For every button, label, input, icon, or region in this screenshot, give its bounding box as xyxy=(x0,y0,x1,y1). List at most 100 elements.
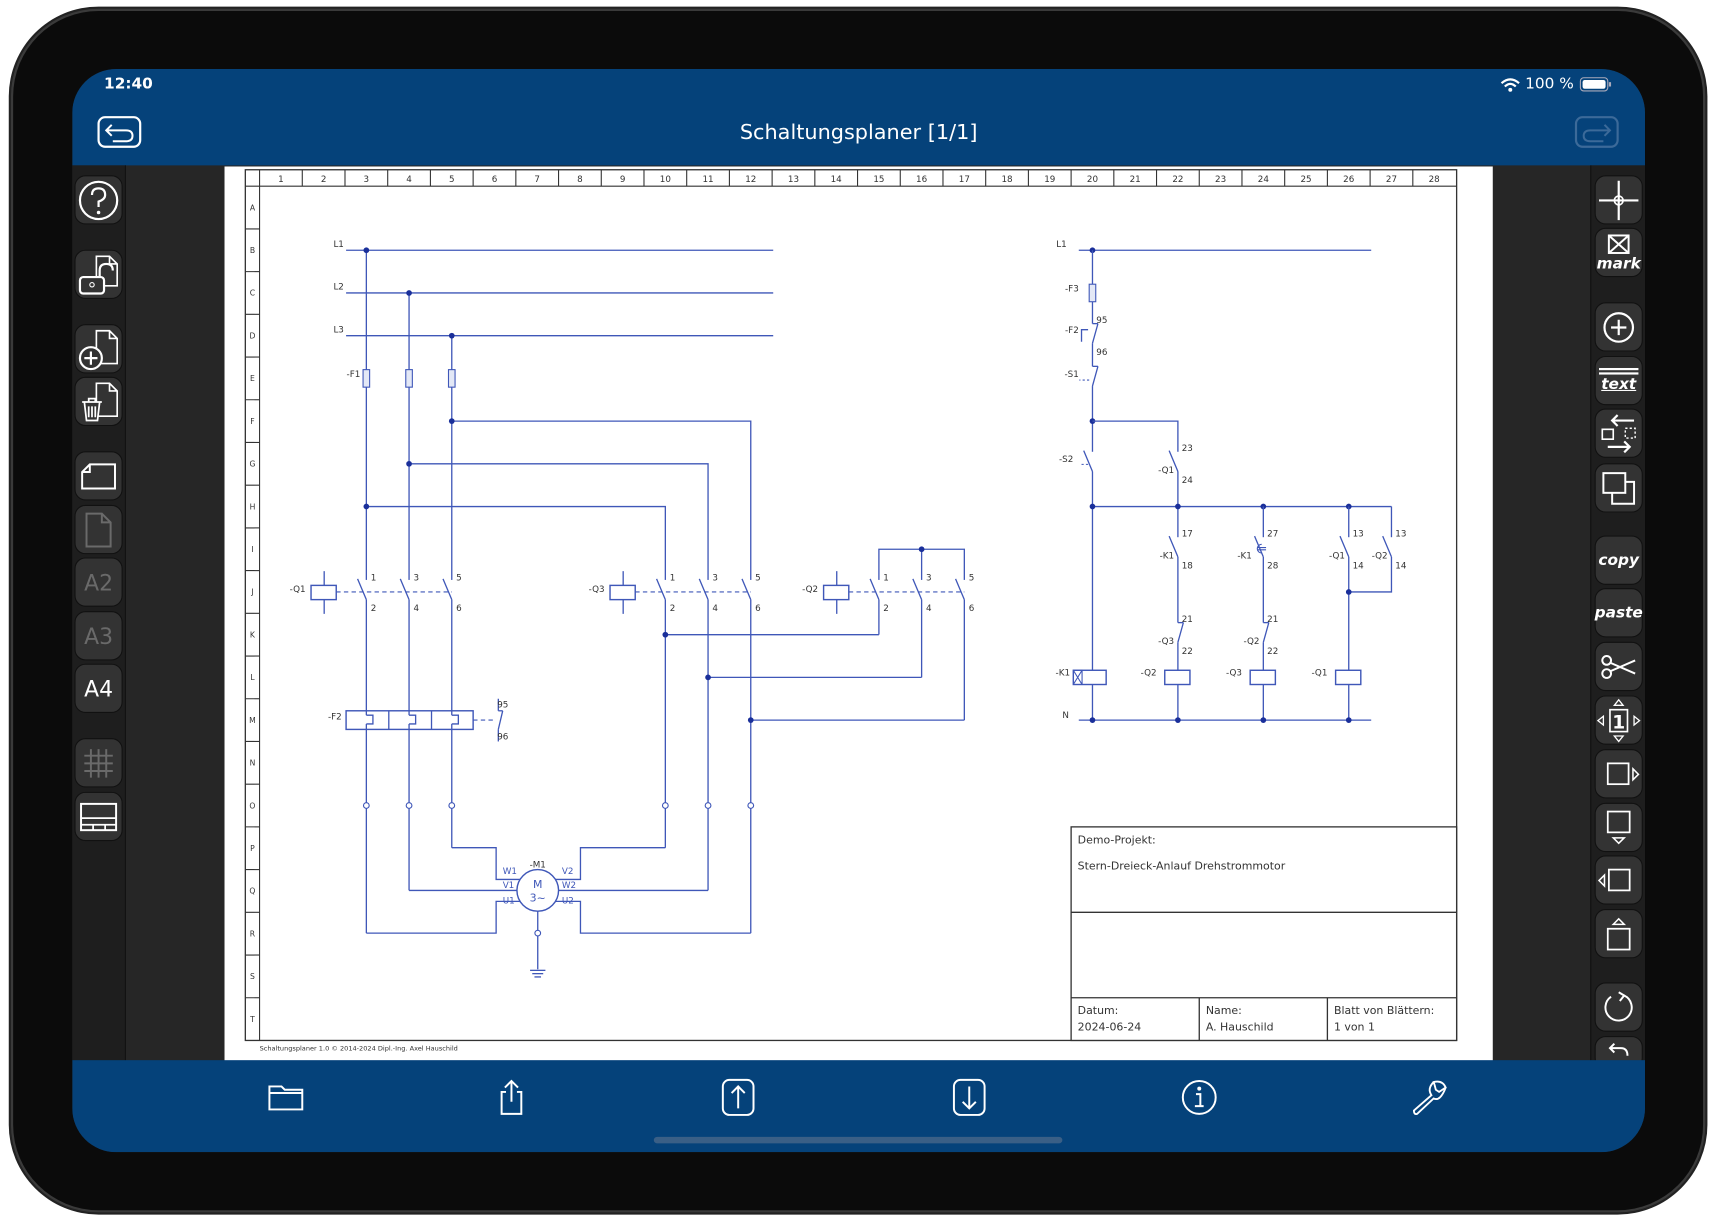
rotate-button[interactable] xyxy=(1594,982,1643,1032)
crosshair-button[interactable] xyxy=(1594,175,1643,225)
row-header: A xyxy=(250,203,256,212)
name-value: A. Hauschild xyxy=(1206,1021,1274,1034)
contactor-coil xyxy=(609,584,636,601)
extend-right-button[interactable] xyxy=(1594,749,1643,799)
drawing-sheet[interactable]: 1 2 3 4 5 6 7 8 9 10 11 12 13 14 15 16 17 18 19 20 21 22 23 24 2… xyxy=(224,166,1493,1062)
add-document-icon xyxy=(78,329,119,370)
column-header: 5 xyxy=(449,175,455,185)
wifi-icon xyxy=(1500,77,1520,92)
paste-label: paste xyxy=(1594,604,1643,622)
battery-icon xyxy=(1579,77,1612,92)
share-icon[interactable] xyxy=(492,1078,531,1117)
column-header: 2 xyxy=(321,175,327,185)
folder-icon[interactable] xyxy=(266,1078,305,1117)
contactor-coil xyxy=(822,584,850,601)
extend-down-button[interactable] xyxy=(1594,802,1643,853)
junction-dot xyxy=(1345,717,1352,723)
terminal xyxy=(362,802,370,809)
junction-dot xyxy=(1345,589,1352,595)
pin-label: 4 xyxy=(413,604,419,614)
cut-button[interactable] xyxy=(1594,641,1643,692)
pin-label: 6 xyxy=(456,604,462,614)
copy-button[interactable]: copy xyxy=(1594,535,1643,585)
contact-label: -Q3 xyxy=(1158,637,1174,647)
page-portrait-button[interactable] xyxy=(74,504,123,555)
box-arrow-left-icon xyxy=(1597,868,1631,891)
motor-label: 3~ xyxy=(530,891,546,904)
coil-label: -Q1 xyxy=(290,585,306,595)
junction-dot xyxy=(705,674,711,681)
forward-button[interactable] xyxy=(1574,116,1619,148)
project-name: Stern-Dreieck-Anlauf Drehstrommotor xyxy=(1078,860,1286,873)
junction-dot xyxy=(1260,717,1267,723)
column-header: 18 xyxy=(1001,175,1012,185)
schematic-canvas[interactable]: 1 2 3 4 5 6 7 8 9 10 11 12 13 14 15 16 17 18 19 20 21 22 23 24 2… xyxy=(225,166,1493,1061)
home-indicator[interactable] xyxy=(653,1136,1063,1144)
delete-document-button[interactable] xyxy=(74,376,123,427)
add-element-button[interactable] xyxy=(1594,302,1643,352)
help-button[interactable] xyxy=(74,175,123,225)
row-header: O xyxy=(249,801,255,810)
junction-dot xyxy=(1175,717,1181,723)
contact-label: -F2 xyxy=(1065,326,1079,336)
contact-label: -K1 xyxy=(1237,552,1251,562)
paper-a4-button[interactable]: A4 xyxy=(74,663,123,713)
contact-label: -S1 xyxy=(1065,370,1079,380)
pin-label: 6 xyxy=(969,604,975,614)
info-icon[interactable] xyxy=(1180,1078,1219,1117)
column-header: 20 xyxy=(1087,175,1098,185)
unlock-document-button[interactable] xyxy=(74,249,123,299)
column-header: 3 xyxy=(364,175,370,185)
bus-label: L1 xyxy=(333,240,343,250)
extend-up-button[interactable] xyxy=(1594,909,1643,959)
pin-label: 24 xyxy=(1182,476,1194,486)
terminal xyxy=(405,802,413,809)
title-block-button[interactable] xyxy=(74,791,123,842)
column-header: 4 xyxy=(406,175,412,185)
row-header: E xyxy=(250,374,255,383)
unlock-document-icon xyxy=(78,254,119,295)
pin-label: 3 xyxy=(926,573,932,583)
fuse xyxy=(1088,283,1097,303)
wrench-icon[interactable] xyxy=(1410,1078,1449,1117)
pin-label: 1 xyxy=(670,573,676,583)
junction-dot xyxy=(1089,503,1096,510)
mark-button[interactable]: mark xyxy=(1594,227,1643,278)
box-arrow-right-icon xyxy=(1606,761,1640,785)
page-landscape-button[interactable] xyxy=(74,451,123,501)
scissors-icon xyxy=(1601,654,1636,679)
box-arrow-down-icon xyxy=(1606,810,1631,844)
paste-button[interactable]: paste xyxy=(1594,588,1643,638)
pin-label: 6 xyxy=(755,604,761,614)
pin-label: 4 xyxy=(926,604,932,614)
add-document-button[interactable] xyxy=(74,324,123,374)
right-toolbar: mark text copy paste 1 xyxy=(1590,165,1646,1069)
rotate-icon xyxy=(1604,990,1633,1021)
duplicate-button[interactable] xyxy=(1594,463,1643,513)
motor-designation: -M1 xyxy=(530,860,546,870)
paper-a3-label: A3 xyxy=(84,622,114,649)
junction-dot xyxy=(918,546,925,553)
move-step-button[interactable]: 1 xyxy=(1594,695,1643,745)
extend-left-button[interactable] xyxy=(1594,855,1643,905)
row-header: I xyxy=(251,545,253,554)
paper-a2-button[interactable]: A2 xyxy=(74,557,123,607)
swap-button[interactable] xyxy=(1594,408,1643,458)
grid-button[interactable] xyxy=(74,738,123,788)
wire xyxy=(1348,506,1393,593)
column-header: 21 xyxy=(1130,175,1141,185)
column-header: 10 xyxy=(660,175,671,185)
row-header: M xyxy=(249,716,256,725)
crosshair-icon xyxy=(1599,180,1639,220)
move-step-value: 1 xyxy=(1612,712,1625,733)
column-header: 15 xyxy=(873,175,884,185)
text-button[interactable]: text xyxy=(1594,355,1643,406)
plus-circle-icon xyxy=(1603,311,1635,343)
paper-a3-button[interactable]: A3 xyxy=(74,611,123,661)
row-header: R xyxy=(250,929,256,938)
header-bar: 12:40 100 % Schaltungsplaner [1/1] xyxy=(72,68,1646,166)
upload-icon[interactable] xyxy=(718,1078,757,1117)
date-value: 2024-06-24 xyxy=(1078,1021,1142,1034)
contact-label: -Q1 xyxy=(1158,466,1174,476)
download-icon[interactable] xyxy=(950,1078,989,1117)
